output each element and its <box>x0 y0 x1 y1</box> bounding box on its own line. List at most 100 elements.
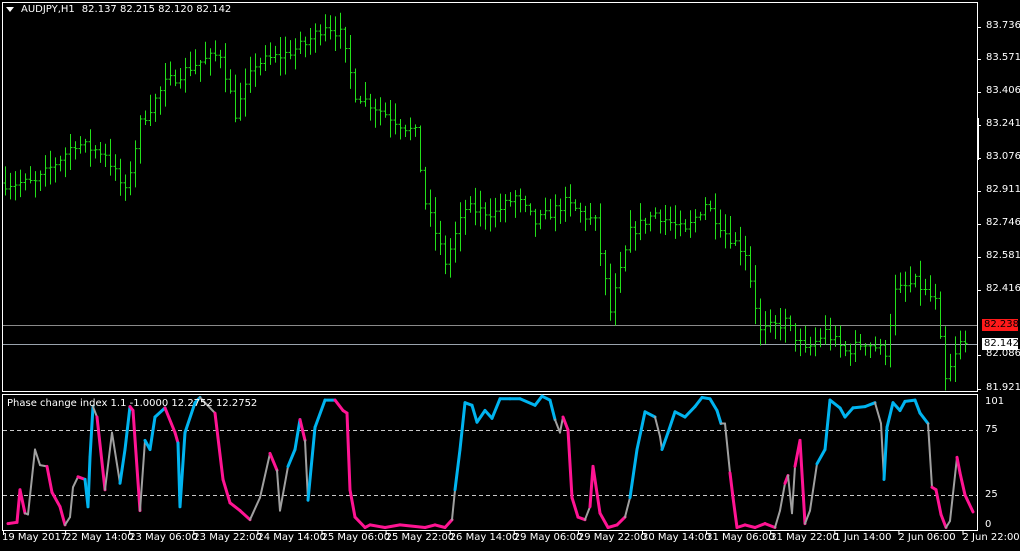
ohlc-bar <box>18 169 23 198</box>
indicator-segment <box>643 410 657 419</box>
dropdown-triangle-icon[interactable] <box>6 7 14 12</box>
indicator-segment <box>221 477 232 505</box>
ohlc-bar <box>638 203 643 241</box>
indicator-segment <box>27 448 36 516</box>
ohlc-bar <box>623 245 628 272</box>
time-axis-label: 25 May 06:00 <box>321 532 391 543</box>
indicator-segment <box>628 448 639 500</box>
indicator-segment <box>898 399 907 412</box>
ohlc-bar <box>618 251 623 293</box>
ohlc-bar <box>573 199 578 212</box>
level-label-75: 75 <box>985 424 998 435</box>
ohlc-bar <box>178 67 183 89</box>
ohlc-bar <box>388 99 393 138</box>
ohlc-bar <box>553 194 558 232</box>
ohlc-bar <box>188 51 193 77</box>
indicator-segment <box>791 465 796 515</box>
indicator-segment <box>693 396 704 409</box>
indicator-segment <box>945 520 951 529</box>
ohlc-bar <box>263 45 268 72</box>
ohlc-bar <box>493 197 498 228</box>
ohlc-bar <box>398 118 403 140</box>
ohlc-bar <box>833 325 838 347</box>
indicator-segment <box>249 496 261 521</box>
ohlc-bar <box>743 235 748 271</box>
ohlc-bar <box>153 93 158 122</box>
indicator-segment <box>823 398 832 451</box>
price-bars <box>3 12 968 391</box>
ohlc-bar <box>703 197 708 220</box>
indicator-segment <box>753 522 767 529</box>
ohlc-bar <box>828 317 833 351</box>
ohlc-bar <box>158 86 163 115</box>
ohlc-bar <box>8 172 13 200</box>
indicator-segment <box>584 505 591 521</box>
indicator-segment <box>774 509 781 529</box>
ohlc-bar <box>348 35 353 89</box>
ohlc-bar <box>888 313 893 368</box>
indicator-segment <box>45 464 54 494</box>
indicator-segment <box>279 465 289 512</box>
ohlc-bar <box>733 232 738 246</box>
ohlc-bar <box>963 330 968 353</box>
indicator-segment <box>715 409 723 425</box>
indicator-segment <box>443 518 454 529</box>
ohlc-bar <box>813 327 818 357</box>
ohlc-bar <box>593 215 598 231</box>
indicator-segment <box>95 415 107 492</box>
ohlc-bar <box>38 170 43 191</box>
ohlc-bar <box>528 203 533 216</box>
ohlc-bar <box>343 26 348 63</box>
ohlc-bar <box>513 190 518 218</box>
ohlc-bar <box>173 69 178 87</box>
indicator-segment <box>666 410 677 435</box>
indicator-segment <box>18 488 27 515</box>
indicator-segment <box>779 482 786 512</box>
indicator-segment <box>306 425 317 502</box>
indicator-segment <box>918 411 930 425</box>
ohlc-bar <box>823 315 828 345</box>
indicator-segment <box>828 398 842 410</box>
ohlc-bar <box>763 311 768 344</box>
chart-header: AUDJPY,H1 82.137 82.215 82.120 82.142 <box>6 4 231 15</box>
ohlc-bar <box>218 49 223 69</box>
ohlc-bar <box>293 38 298 70</box>
ohlc-bar <box>918 260 923 306</box>
ohlc-bar <box>858 333 863 351</box>
ohlc-bar <box>468 196 473 213</box>
indicator-segment <box>286 448 297 468</box>
ohlc-bar <box>213 40 218 62</box>
indicator-segment <box>731 496 739 529</box>
ohlc-bar <box>698 211 703 221</box>
ohlc-bar <box>88 129 93 167</box>
ohlc-bar <box>113 154 118 181</box>
ohlc-bar <box>238 82 243 121</box>
ohlc-bar <box>478 190 483 227</box>
ohlc-bar <box>313 23 318 53</box>
indicator-segment <box>927 422 933 489</box>
ohlc-bar <box>413 124 418 137</box>
indicator-segment <box>934 488 943 516</box>
ohlc-bar <box>483 202 488 230</box>
ohlc-bar <box>538 209 543 230</box>
scroll-marker[interactable] <box>977 118 979 160</box>
ohlc-bar <box>408 117 413 141</box>
ohlc-bar <box>333 16 338 51</box>
ohlc-bar <box>433 197 438 251</box>
ohlc-bar <box>163 63 168 107</box>
price-axis-label: 83.406 <box>986 85 1020 96</box>
ohlc-bar <box>123 174 128 201</box>
ohlc-bar <box>943 326 948 391</box>
chart-canvas <box>2 2 981 535</box>
ohlc-bar <box>338 12 343 49</box>
ohlc-bar <box>103 143 108 167</box>
ohlc-bar <box>653 207 658 219</box>
indicator-segment <box>433 523 447 529</box>
time-axis-label: 26 May 14:00 <box>449 532 519 543</box>
ohlc-bar <box>443 235 448 275</box>
ohlc-bar <box>613 273 618 326</box>
indicator-segment <box>654 416 661 438</box>
ohlc-bar <box>748 246 753 288</box>
ohlc-bar <box>578 202 583 223</box>
indicator-segment <box>913 398 922 415</box>
